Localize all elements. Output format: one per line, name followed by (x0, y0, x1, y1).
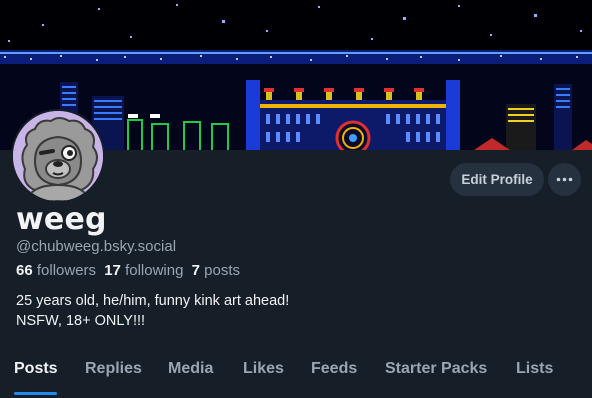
active-tab-indicator (14, 392, 57, 395)
profile-page: Edit Profile weeg @chubweeg.bsky.social … (0, 0, 592, 398)
followers-label: followers (36, 262, 97, 279)
bio-line: NSFW, 18+ ONLY!!! (16, 313, 146, 329)
tab-feeds[interactable]: Feeds (311, 360, 357, 378)
more-options-button[interactable] (548, 163, 581, 196)
profile-handle: @chubweeg.bsky.social (16, 238, 177, 255)
posts-count: 7 (191, 262, 200, 279)
following-count: 17 (104, 262, 121, 279)
posts-label: posts (204, 262, 240, 279)
followers-stat[interactable]: 66 followers (16, 262, 96, 279)
tab-posts[interactable]: Posts (14, 360, 58, 378)
bio-line: 25 years old, he/him, funny kink art ahe… (16, 293, 290, 309)
profile-stats: 66 followers 17 following 7 posts (16, 262, 244, 279)
posts-stat: 7 posts (192, 262, 240, 279)
ellipsis-icon (556, 177, 573, 182)
profile-tabs: Posts Replies Media Likes Feeds Starter … (0, 352, 592, 398)
avatar-image (13, 111, 103, 201)
tab-starter-packs[interactable]: Starter Packs (385, 360, 487, 378)
profile-bio: 25 years old, he/him, funny kink art ahe… (16, 291, 576, 331)
followers-count: 66 (16, 262, 33, 279)
tab-lists[interactable]: Lists (516, 360, 553, 378)
following-stat[interactable]: 17 following (104, 262, 183, 279)
avatar[interactable] (11, 109, 105, 203)
edit-profile-button[interactable]: Edit Profile (450, 163, 544, 196)
tab-media[interactable]: Media (168, 360, 213, 378)
display-name: weeg (16, 202, 107, 237)
following-label: following (125, 262, 184, 279)
tab-replies[interactable]: Replies (85, 360, 142, 378)
tab-likes[interactable]: Likes (243, 360, 284, 378)
